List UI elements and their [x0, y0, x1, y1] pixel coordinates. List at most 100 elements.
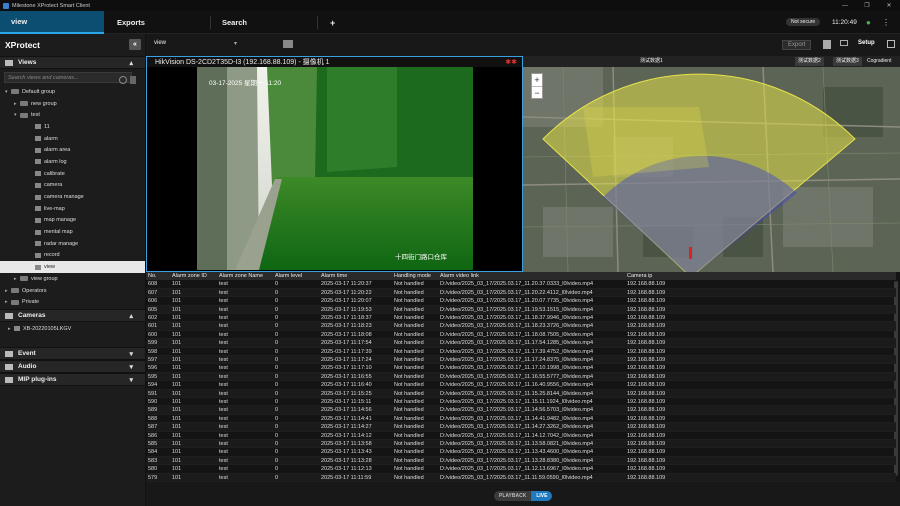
- table-row[interactable]: 583 101 test 0 2025-03-17 11:13:28 Not handle…: [146, 456, 896, 466]
- search-views-input[interactable]: Search views and cameras...: [4, 72, 132, 83]
- views-section-header[interactable]: Views ▴: [0, 56, 145, 69]
- table-cell: Not handled: [394, 407, 424, 414]
- table-row[interactable]: 594 101 test 0 2025-03-17 11:16:40 Not handle…: [146, 381, 896, 390]
- search-icon[interactable]: [119, 76, 127, 84]
- app-icon: [3, 2, 9, 9]
- tree-view-item[interactable]: alarm area: [0, 144, 145, 156]
- tree-view-item[interactable]: mental map: [0, 226, 145, 238]
- mip-plugins-section-header[interactable]: MIP plug-ins ▾: [0, 373, 145, 386]
- tree-folder-item[interactable]: ▸ view group: [0, 273, 145, 285]
- views-options-icon[interactable]: [130, 76, 136, 84]
- satellite-map[interactable]: + −: [523, 67, 900, 272]
- table-row[interactable]: 598 101 test 0 2025-03-17 11:17:39 Not handle…: [146, 348, 896, 356]
- table-row[interactable]: 601 101 test 0 2025-03-17 11:18:23 Not handle…: [146, 322, 896, 331]
- tree-folder-item[interactable]: ▾ Default group: [0, 86, 145, 98]
- tree-view-item[interactable]: live-map: [0, 203, 145, 215]
- zoom-in-button[interactable]: +: [532, 74, 542, 87]
- user-icon[interactable]: ●: [866, 17, 871, 27]
- tree-folder-item[interactable]: ▸ Operators: [0, 285, 145, 297]
- fullscreen-icon[interactable]: [887, 40, 895, 48]
- view-layout-icon[interactable]: [283, 40, 293, 48]
- tree-view-item[interactable]: alarm log: [0, 156, 145, 168]
- map-layer-tab-2[interactable]: 测试数据2: [795, 57, 824, 66]
- table-row[interactable]: 587 101 test 0 2025-03-17 11:14:27 Not handle…: [146, 423, 896, 432]
- table-row[interactable]: 606 101 test 0 2025-03-17 11:20:07 Not handle…: [146, 297, 896, 306]
- column-header[interactable]: Alarm level: [275, 272, 302, 280]
- live-button[interactable]: LIVE: [531, 491, 553, 501]
- column-header[interactable]: Alarm zone ID: [172, 272, 207, 280]
- view-selector[interactable]: view ▾: [154, 40, 237, 47]
- table-cell: 2025-03-17 11:11:59: [321, 474, 372, 481]
- column-header[interactable]: Handling mode: [394, 272, 431, 280]
- table-row[interactable]: 589 101 test 0 2025-03-17 11:14:56 Not handle…: [146, 406, 896, 415]
- camera-feed[interactable]: 03-17-2025 星期一 11:20 十四街门路口仓库: [146, 67, 523, 272]
- table-row[interactable]: 580 101 test 0 2025-03-17 11:12:13 Not handle…: [146, 465, 896, 474]
- table-row[interactable]: 608 101 test 0 2025-03-17 11:20:37 Not handle…: [146, 280, 896, 289]
- table-row[interactable]: 607 101 test 0 2025-03-17 11:20:22 Not handle…: [146, 288, 896, 298]
- table-cell: test: [219, 340, 228, 347]
- add-tab-button[interactable]: +: [319, 11, 349, 34]
- column-header[interactable]: No.: [148, 272, 157, 280]
- table-row[interactable]: 591 101 test 0 2025-03-17 11:15:25 Not handle…: [146, 389, 896, 398]
- tree-folder-item[interactable]: ▾ test: [0, 109, 145, 121]
- tree-view-item[interactable]: view: [0, 261, 145, 273]
- table-row[interactable]: 596 101 test 0 2025-03-17 11:17:10 Not handle…: [146, 364, 896, 373]
- audio-section-header[interactable]: Audio ▾: [0, 360, 145, 373]
- table-cell: 2025-03-17 11:18:37: [321, 315, 372, 321]
- table-row[interactable]: 586 101 test 0 2025-03-17 11:14:12 Not handle…: [146, 432, 896, 440]
- map-layer-tab-cogradient[interactable]: Cogradient: [864, 57, 895, 66]
- tree-folder-item[interactable]: ▸ new group: [0, 98, 145, 110]
- table-row[interactable]: 595 101 test 0 2025-03-17 11:16:55 Not handle…: [146, 372, 896, 382]
- tree-view-item[interactable]: radar manage: [0, 238, 145, 250]
- table-cell: Not handled: [394, 390, 424, 397]
- table-row[interactable]: 590 101 test 0 2025-03-17 11:15:11 Not handle…: [146, 398, 896, 407]
- column-header[interactable]: Alarm zone Name: [219, 272, 263, 280]
- table-row[interactable]: 588 101 test 0 2025-03-17 11:14:41 Not handle…: [146, 415, 896, 424]
- close-icon[interactable]: ✕: [878, 2, 900, 9]
- camera-settings-icon[interactable]: [840, 40, 848, 46]
- tree-view-item[interactable]: camera manage: [0, 191, 145, 203]
- snapshot-icon[interactable]: [823, 40, 831, 49]
- tree-item-label: record: [44, 252, 60, 259]
- restore-icon[interactable]: ❐: [856, 2, 878, 9]
- map-layer-tab-3[interactable]: 测试数据3: [833, 57, 862, 66]
- tree-view-item[interactable]: 11: [0, 121, 145, 133]
- tab-exports[interactable]: Exports: [106, 11, 206, 34]
- tree-view-item[interactable]: camera: [0, 180, 145, 192]
- zoom-out-button[interactable]: −: [532, 87, 542, 99]
- table-row[interactable]: 602 101 test 0 2025-03-17 11:18:37 Not handle…: [146, 314, 896, 323]
- column-header[interactable]: Camera ip: [627, 272, 652, 280]
- playback-button[interactable]: PLAYBACK: [494, 491, 532, 501]
- table-row[interactable]: 597 101 test 0 2025-03-17 11:17:24 Not handle…: [146, 356, 896, 365]
- tree-view-item[interactable]: record: [0, 250, 145, 262]
- tree-view-item[interactable]: alarm: [0, 133, 145, 145]
- table-row[interactable]: 584 101 test 0 2025-03-17 11:13:43 Not handle…: [146, 448, 896, 457]
- view-icon: [35, 136, 41, 142]
- table-cell: 101: [172, 340, 182, 347]
- security-status-badge[interactable]: Not secure: [786, 17, 821, 27]
- event-section-header[interactable]: Event ▾: [0, 347, 145, 360]
- export-button[interactable]: Export: [782, 40, 812, 50]
- table-row[interactable]: 599 101 test 0 2025-03-17 11:17:54 Not handle…: [146, 339, 896, 348]
- table-row[interactable]: 605 101 test 0 2025-03-17 11:19:53 Not handle…: [146, 305, 896, 314]
- column-header[interactable]: Alarm time: [321, 272, 347, 280]
- tab-search[interactable]: Search: [211, 11, 311, 34]
- map-layer-tab-1[interactable]: 测试数据1: [637, 57, 666, 66]
- minimize-icon[interactable]: —: [834, 3, 856, 9]
- table-row[interactable]: 600 101 test 0 2025-03-17 11:18:08 Not handle…: [146, 331, 896, 340]
- setup-button[interactable]: Setup: [858, 40, 875, 46]
- tab-view[interactable]: view: [0, 11, 104, 34]
- tree-view-item[interactable]: calibrate: [0, 168, 145, 180]
- table-row[interactable]: 585 101 test 0 2025-03-17 11:13:58 Not handle…: [146, 440, 896, 449]
- tree-view-item[interactable]: map manage: [0, 215, 145, 227]
- collapse-sidebar-button[interactable]: «: [129, 39, 141, 50]
- camera-server-item[interactable]: ▸ XB-20220105LKGV: [0, 322, 145, 335]
- menu-icon[interactable]: ⋮: [882, 17, 890, 27]
- column-header[interactable]: Alarm video link: [440, 272, 479, 280]
- table-cell: Not handled: [394, 441, 424, 447]
- table-cell: 101: [172, 306, 182, 313]
- table-row[interactable]: 579 101 test 0 2025-03-17 11:11:59 Not handle…: [146, 473, 896, 482]
- table-cell: 101: [172, 407, 182, 414]
- tree-folder-item[interactable]: ▸ Private: [0, 296, 145, 308]
- cameras-section-header[interactable]: Cameras ▴: [0, 309, 145, 322]
